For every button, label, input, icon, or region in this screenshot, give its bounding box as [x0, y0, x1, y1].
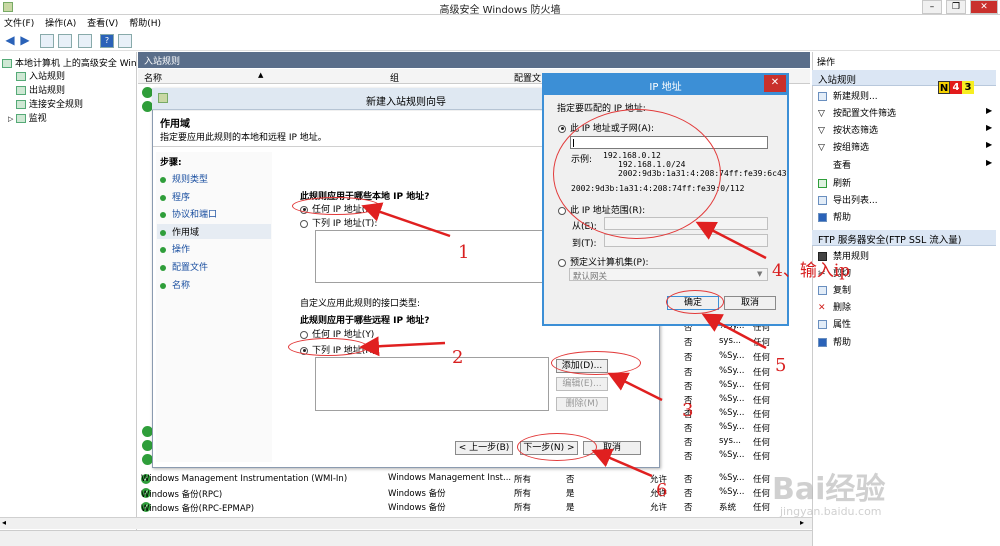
annotation-5: 5 — [775, 355, 787, 376]
annotation-4: 4、输入ip — [772, 261, 851, 281]
watermark-url: jingyan.baidu.com — [780, 505, 882, 518]
annotation-arrow — [607, 372, 663, 402]
annotation-3: 3 — [682, 400, 694, 421]
annotation-1: 1 — [458, 242, 470, 263]
annotation-2: 2 — [452, 347, 464, 368]
annotation-arrow — [695, 221, 767, 260]
annotation-arrow — [701, 313, 767, 350]
annotation-arrow — [591, 448, 653, 478]
annotation-arrow — [361, 202, 451, 238]
annotation-arrow — [359, 336, 446, 357]
watermark-brand: Bai经验 — [772, 472, 886, 507]
annotation-6: 6 — [656, 480, 668, 501]
